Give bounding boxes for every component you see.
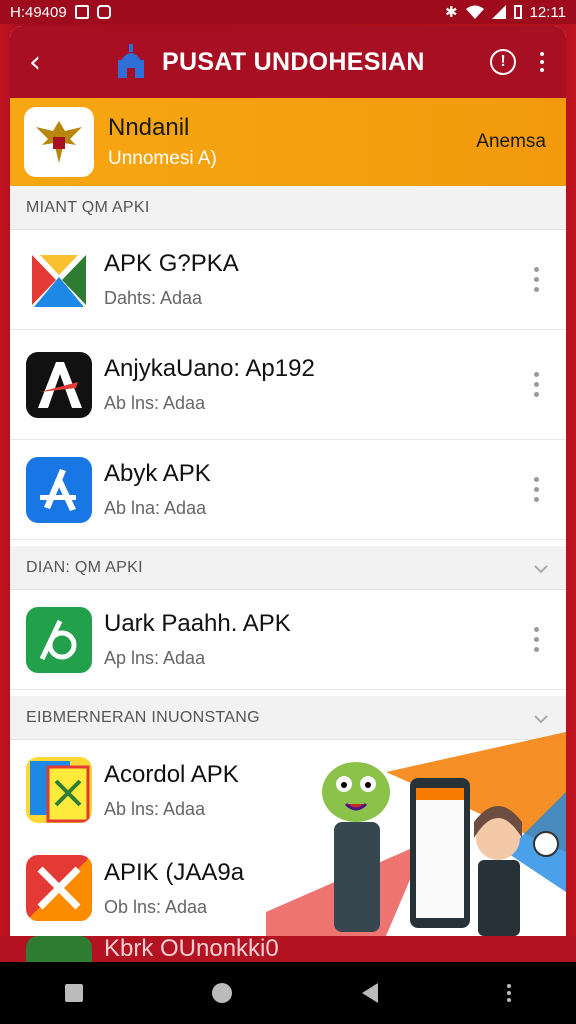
app-subtitle: Ap lns: Adaa: [104, 648, 206, 668]
green-app-icon: [26, 606, 92, 673]
item-overflow-icon[interactable]: [534, 267, 540, 292]
apk-app-icon: [26, 246, 92, 313]
list-item[interactable]: Uark Paahh. APK Ap lns: Adaa: [10, 590, 566, 690]
system-nav-bar: [0, 962, 576, 1024]
app-name: AnjykaUano: Ap192: [104, 355, 315, 382]
app-name: APK G?PKA: [104, 250, 239, 277]
partial-app-icon: [26, 936, 92, 962]
mosque-logo-icon: [118, 44, 144, 78]
list-item[interactable]: Abyk APK Ab lna: Adaa: [10, 440, 566, 540]
colorful-x-app-icon: [26, 855, 92, 921]
nav-overflow-icon[interactable]: [507, 984, 512, 1002]
status-bar: H:49409 ✱ 12:11: [0, 0, 576, 24]
app-subtitle: Ab lna: Adaa: [104, 498, 207, 518]
list-item[interactable]: AnjykaUano: Ap192 Ab lns: Adaa: [10, 330, 566, 440]
recent-apps-icon[interactable]: [64, 984, 83, 1002]
item-overflow-icon[interactable]: [534, 372, 540, 397]
chevron-down-icon[interactable]: [534, 712, 548, 726]
banner-title: Nndanil: [108, 114, 190, 141]
chevron-down-icon[interactable]: [534, 562, 548, 576]
battery-icon: [513, 5, 522, 19]
list-item[interactable]: APK G?PKA Dahts: Adaa: [10, 230, 566, 330]
promo-illustration: [266, 732, 566, 936]
status-time: 12:11: [529, 3, 566, 21]
back-arrow-icon[interactable]: ‹: [10, 45, 60, 80]
book-app-icon: [26, 757, 92, 823]
main-card: ‹ PUSAT UNDOHESIAN ! Nndanil Unnomesi A)…: [10, 26, 566, 936]
section-header: DIAN: QM APKI: [10, 546, 566, 590]
item-overflow-icon[interactable]: [534, 627, 540, 652]
app-subtitle: Ab lns: Adaa: [104, 393, 206, 413]
wifi-icon: [465, 5, 484, 19]
app-bar: ‹ PUSAT UNDOHESIAN !: [10, 26, 566, 98]
letter-a-app-icon: [26, 351, 92, 418]
app-name: Kbrk OUnonkki0: [104, 935, 279, 962]
status-left-text: H:49409: [10, 3, 67, 21]
home-icon[interactable]: [212, 983, 233, 1003]
app-store-icon: [26, 456, 92, 523]
banner-action-link[interactable]: Anemsa: [476, 131, 546, 153]
garuda-emblem-icon: [24, 107, 94, 177]
page-title: PUSAT UNDOHESIAN: [162, 47, 425, 76]
bluetooth-icon: ✱: [444, 3, 458, 21]
section-header: MIANT QM APKI: [10, 186, 566, 230]
next-item-peek: Kbrk OUnonkki0: [0, 935, 576, 962]
signal-icon: [491, 5, 506, 19]
app-name: Abyk APK: [104, 460, 211, 487]
banner-subtitle: Unnomesi A): [108, 148, 217, 169]
featured-banner[interactable]: Nndanil Unnomesi A) Anemsa: [10, 98, 566, 186]
app-name: Uark Paahh. APK: [104, 610, 291, 637]
info-icon[interactable]: !: [490, 49, 516, 75]
instagram-icon: [96, 5, 111, 19]
notification-icon: [74, 5, 89, 19]
item-overflow-icon[interactable]: [534, 477, 540, 502]
app-subtitle: Dahts: Adaa: [104, 288, 203, 308]
overflow-menu-icon[interactable]: [540, 52, 544, 72]
back-icon[interactable]: [361, 983, 378, 1003]
